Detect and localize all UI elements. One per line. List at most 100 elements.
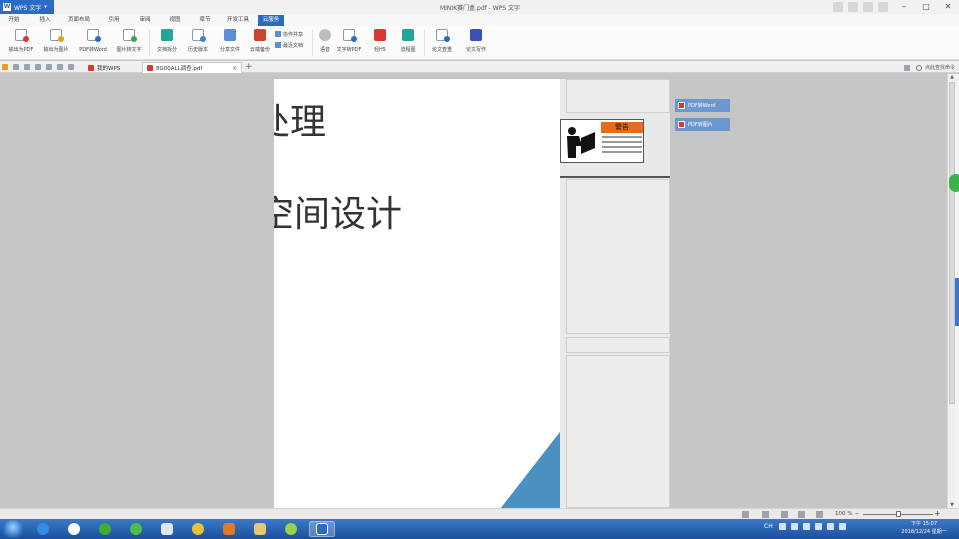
export-image-button[interactable]: 输出为图片 [40,29,72,57]
maximize-button[interactable]: □ [915,0,937,14]
folder-icon [224,29,236,41]
input-language[interactable]: CH [764,523,773,530]
taskbar-folder[interactable] [247,521,273,537]
document-area: 处理 空间设计 警告 PDF转W [0,74,947,508]
zoom-in-icon[interactable]: + [934,509,941,518]
help-icon[interactable] [878,2,888,12]
collab-share-item[interactable]: 协作共享 [275,30,303,38]
recent-docs-item[interactable]: 最近文档 [275,41,303,49]
text-to-pdf-label: 文字转PDF [336,47,362,53]
floating-helper-icon[interactable] [949,174,959,192]
recent-icon [275,42,281,48]
pdf-to-word-label: PDF转Word [79,47,107,53]
taskbar-chrome[interactable] [185,521,211,537]
reading-view-icon[interactable] [798,511,805,518]
command-search[interactable]: 点此查找命令 [903,64,955,71]
warning-title: 警告 [601,122,643,133]
taskbar-media[interactable] [216,521,242,537]
redo-icon[interactable] [68,64,74,70]
tab-pdf-document[interactable]: 8G00ALL调查.pdf × [142,62,242,73]
title-controls: – □ ✕ [833,0,959,14]
pdf-to-image-side-button[interactable]: PDF转图片 [675,118,730,131]
fit-width-icon[interactable] [816,511,823,518]
tab-insert[interactable]: 插入 [34,15,56,26]
outline-view-icon[interactable] [781,511,788,518]
start-button[interactable] [2,520,24,538]
clock-date: 2018/12/24 星期一 [901,529,947,535]
skin-icon[interactable] [833,2,843,12]
tab-reference[interactable]: 引用 [104,15,124,26]
save-icon[interactable] [13,64,19,70]
zoom-slider-thumb[interactable] [896,511,901,517]
flowchart-button[interactable]: 流程图 [396,29,420,57]
tray-icon[interactable] [778,523,786,530]
page-heading-1: 处理 [274,102,327,143]
undo-icon[interactable] [57,64,63,70]
tray-icon[interactable] [790,523,798,530]
page-heading-2: 空间设计 [274,194,403,235]
network-icon[interactable] [814,523,822,530]
pdf-to-word-side-button[interactable]: PDF转Word [675,99,730,112]
minimize-button[interactable]: – [893,0,915,14]
export-pdf-label: 输出为PDF [8,47,34,53]
vertical-scrollbar[interactable]: ▲ ▼ [947,74,955,508]
print-icon[interactable] [35,64,41,70]
tab-view[interactable]: 视图 [164,15,186,26]
menu-bar: 开始 插入 页面布局 引用 审阅 视图 章节 开发工具 云服务 [0,14,959,26]
tray-icon[interactable] [802,523,810,530]
new-tab-button[interactable]: + [245,62,253,72]
tab-my-wps[interactable]: 我的WPS [84,62,140,73]
export-icon[interactable] [24,64,30,70]
open-icon[interactable] [2,64,8,70]
history-button[interactable]: 历史版本 [184,29,212,57]
tab-developer[interactable]: 开发工具 [223,15,253,26]
share-file-button[interactable]: 分享文件 [216,29,244,57]
taskbar-wechat[interactable] [92,521,118,537]
tab-review[interactable]: 审阅 [134,15,156,26]
pdf-file-icon [147,65,153,71]
image-to-text-button[interactable]: 图片转文字 [113,29,145,57]
cloud-backup-label: 云端备份 [249,47,270,53]
volume-icon[interactable] [838,523,846,530]
pdf-to-word-button[interactable]: PDF转Word [76,29,110,57]
doc-split-button[interactable]: 文档拆分 [153,29,181,57]
flag-icon[interactable] [826,523,834,530]
taskbar-explorer-window[interactable] [154,521,180,537]
app-menu-button[interactable]: W WPS 文字 ▾ [0,0,54,14]
text-to-pdf-button[interactable]: 文字转PDF [336,29,362,57]
minimize-ribbon-icon[interactable] [903,64,910,71]
tab-cloud[interactable]: 云服务 [258,15,284,26]
zoom-level[interactable]: 100 % [835,511,852,517]
web-view-icon[interactable] [762,511,769,518]
taskbar-sogou[interactable] [30,521,56,537]
taskbar-app[interactable] [278,521,304,537]
paper-check-button[interactable]: 论文查重 [428,29,456,57]
preview-icon[interactable] [46,64,52,70]
status-bar: 100 % – + [0,508,959,519]
taskbar-clock[interactable]: 下午 15:07 2018/12/24 星期一 [898,520,950,536]
cloud-backup-button[interactable]: 云端备份 [246,29,274,57]
zoom-out-icon[interactable]: – [855,509,859,518]
user-icon[interactable] [848,2,858,12]
document-tab-bar: 我的WPS 8G00ALL调查.pdf × + 点此查找命令 [0,61,959,73]
tab-page-layout[interactable]: 页面布局 [64,15,94,26]
taskbar-wps[interactable] [309,521,335,537]
export-pdf-icon [15,29,29,42]
doc-split-label: 文档拆分 [156,47,177,53]
tab-chapter[interactable]: 章节 [194,15,216,26]
taskbar-baidu-netdisk[interactable] [61,521,87,537]
page-view-icon[interactable] [742,511,749,518]
paper-writing-button[interactable]: 论文写作 [462,29,490,57]
close-tab-icon[interactable]: × [232,65,237,72]
side-panel-toggle[interactable] [955,278,959,326]
settings-icon[interactable] [863,2,873,12]
close-button[interactable]: ✕ [937,0,959,14]
h5-icon [374,29,386,41]
cabinet-panel [566,355,670,508]
system-tray: CH [764,523,851,530]
light-h5-button[interactable]: 轻H5 [368,29,392,57]
tab-start[interactable]: 开始 [4,15,24,26]
voice-button[interactable]: 语音 [316,29,334,57]
export-pdf-button[interactable]: 输出为PDF [4,29,38,57]
taskbar-browser[interactable] [123,521,149,537]
